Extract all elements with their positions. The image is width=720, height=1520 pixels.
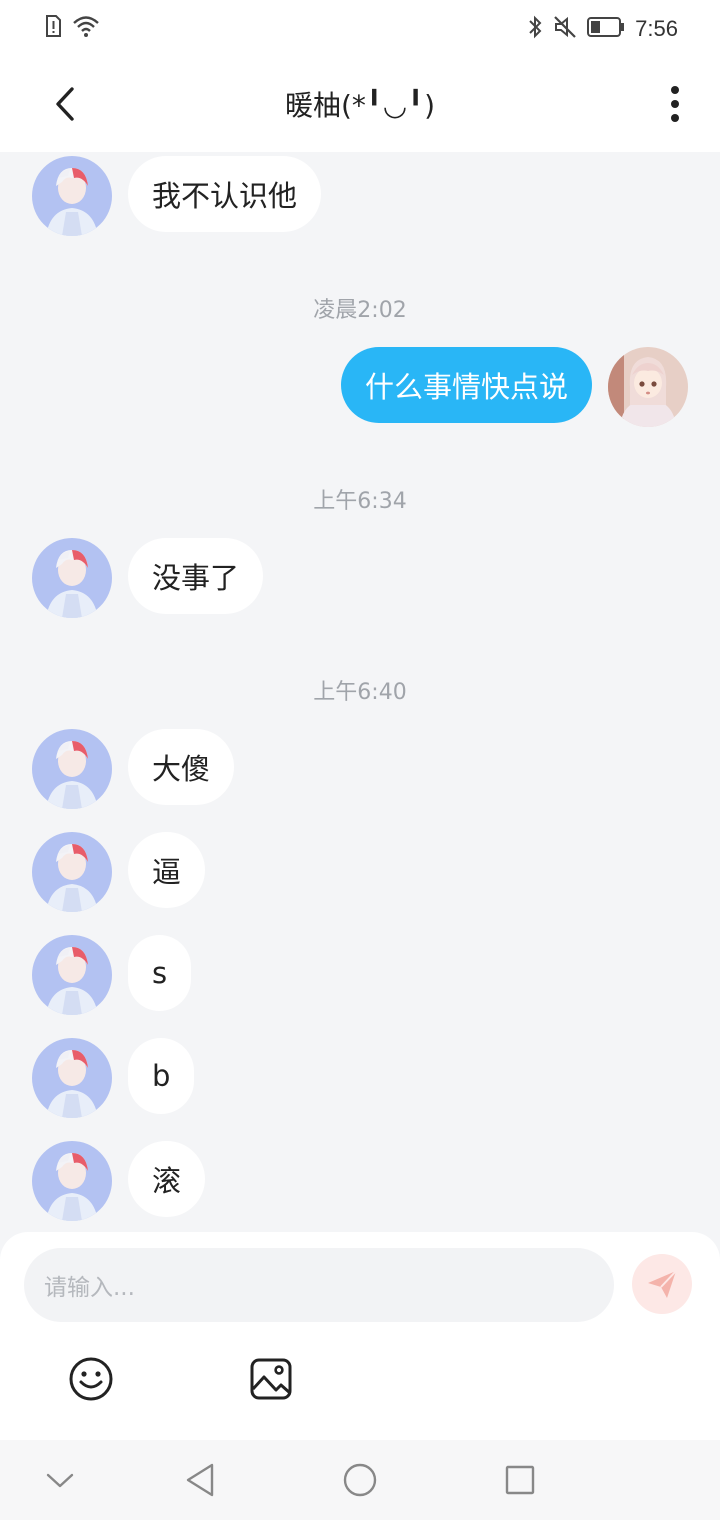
message-bubble-received[interactable]: 没事了: [128, 538, 264, 614]
image-button[interactable]: [246, 1354, 296, 1404]
system-nav-bar: [0, 1440, 720, 1520]
send-button[interactable]: [632, 1254, 692, 1314]
message-bubble-received[interactable]: 我不认识他: [128, 156, 322, 232]
emoji-icon: [69, 1357, 113, 1401]
message-input[interactable]: 请输入...: [24, 1248, 614, 1322]
more-vertical-icon: [671, 86, 679, 122]
message-bubble-received[interactable]: 滚: [128, 1141, 206, 1217]
collapse-icon: [46, 1473, 74, 1488]
emoji-button[interactable]: [66, 1354, 116, 1404]
home-icon: [343, 1463, 377, 1497]
status-right: 7:56: [527, 14, 678, 44]
message-bubble-received[interactable]: 逼: [128, 832, 206, 908]
contact-avatar[interactable]: [32, 538, 112, 618]
message-bubble-received[interactable]: s: [128, 935, 192, 1011]
contact-avatar[interactable]: [32, 1038, 112, 1118]
message-bubble-received[interactable]: b: [128, 1038, 195, 1114]
chat-messages[interactable]: 我不认识他 凌晨2:02 什么事情快点说 上午6:34 没事了 上午6:40 大…: [0, 152, 720, 1232]
message-bubble-received[interactable]: 大傻: [128, 729, 235, 805]
chevron-left-icon: [56, 87, 74, 121]
contact-avatar[interactable]: [32, 156, 112, 236]
message-timestamp: 凌晨2:02: [313, 298, 407, 323]
image-icon: [250, 1358, 292, 1400]
mute-icon: [553, 15, 577, 43]
recents-icon: [505, 1465, 535, 1495]
message-composer: 请输入...: [0, 1232, 720, 1440]
alert-sim-icon: [44, 14, 62, 42]
battery-icon: [587, 16, 625, 42]
status-time: 7:56: [635, 16, 678, 41]
more-options-button[interactable]: [660, 78, 690, 130]
nav-recents-button[interactable]: [498, 1458, 542, 1502]
contact-avatar[interactable]: [32, 935, 112, 1015]
chat-header: 暖柚(*╹◡╹): [0, 56, 720, 152]
contact-avatar[interactable]: [32, 729, 112, 809]
back-icon: [186, 1463, 214, 1497]
collapse-button[interactable]: [38, 1458, 82, 1502]
contact-avatar[interactable]: [32, 1141, 112, 1221]
page-title: 暖柚(*╹◡╹): [285, 89, 435, 122]
status-left: [44, 14, 100, 42]
status-bar: 7:56: [0, 0, 720, 56]
nav-home-button[interactable]: [338, 1458, 382, 1502]
nav-back-button[interactable]: [178, 1458, 222, 1502]
wifi-icon: [72, 14, 100, 42]
back-button[interactable]: [40, 78, 90, 130]
contact-avatar[interactable]: [32, 832, 112, 912]
message-timestamp: 上午6:40: [313, 680, 407, 705]
message-timestamp: 上午6:34: [313, 489, 407, 514]
message-bubble-sent[interactable]: 什么事情快点说: [340, 347, 592, 423]
bluetooth-icon: [527, 14, 543, 44]
send-icon: [648, 1270, 677, 1298]
my-avatar[interactable]: [608, 347, 688, 427]
